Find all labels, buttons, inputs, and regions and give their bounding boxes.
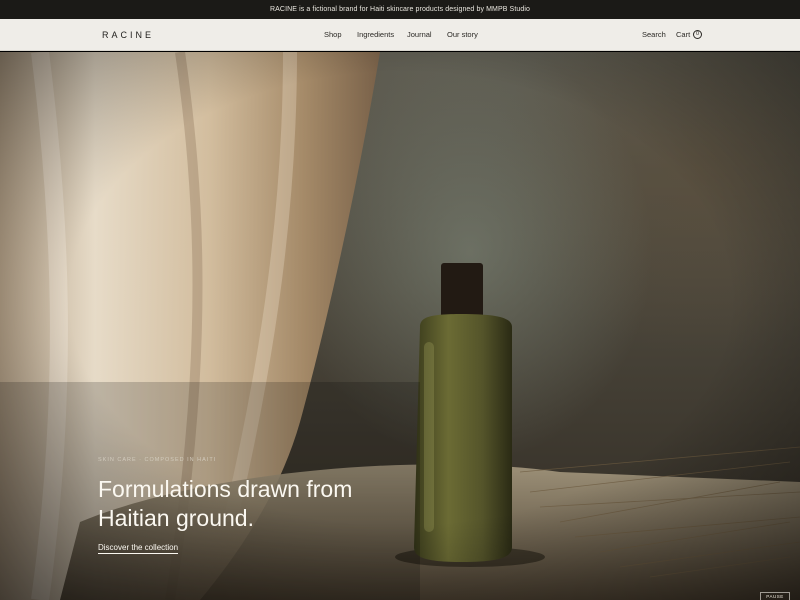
cart-count-badge[interactable]: 0: [693, 30, 702, 39]
hero-eyebrow: SKIN CARE · COMPOSED IN HAITI: [98, 457, 217, 463]
nav-ingredients[interactable]: Ingredients: [357, 19, 394, 51]
hero-headline: Formulations drawn from Haitian ground.: [98, 476, 353, 531]
hero-copy: SKIN CARE · COMPOSED IN HAITI Formulatio…: [98, 457, 398, 555]
main-nav: Shop Ingredients Journal Our story Searc…: [0, 19, 800, 51]
nav-shop[interactable]: Shop: [324, 19, 342, 51]
pause-button[interactable]: PAUSE: [760, 592, 790, 600]
site-header: RACINE Shop Ingredients Journal Our stor…: [0, 19, 800, 51]
nav-journal[interactable]: Journal: [407, 19, 432, 51]
nav-our-story[interactable]: Our story: [447, 19, 478, 51]
hero-section: SKIN CARE · COMPOSED IN HAITI Formulatio…: [0, 52, 800, 600]
cart-link[interactable]: Cart: [676, 19, 690, 51]
announcement-bar: RACINE is a fictional brand for Haiti sk…: [0, 0, 800, 19]
discover-collection-link[interactable]: Discover the collection: [98, 543, 179, 554]
search-link[interactable]: Search: [642, 19, 666, 51]
announcement-text: RACINE is a fictional brand for Haiti sk…: [269, 6, 530, 13]
